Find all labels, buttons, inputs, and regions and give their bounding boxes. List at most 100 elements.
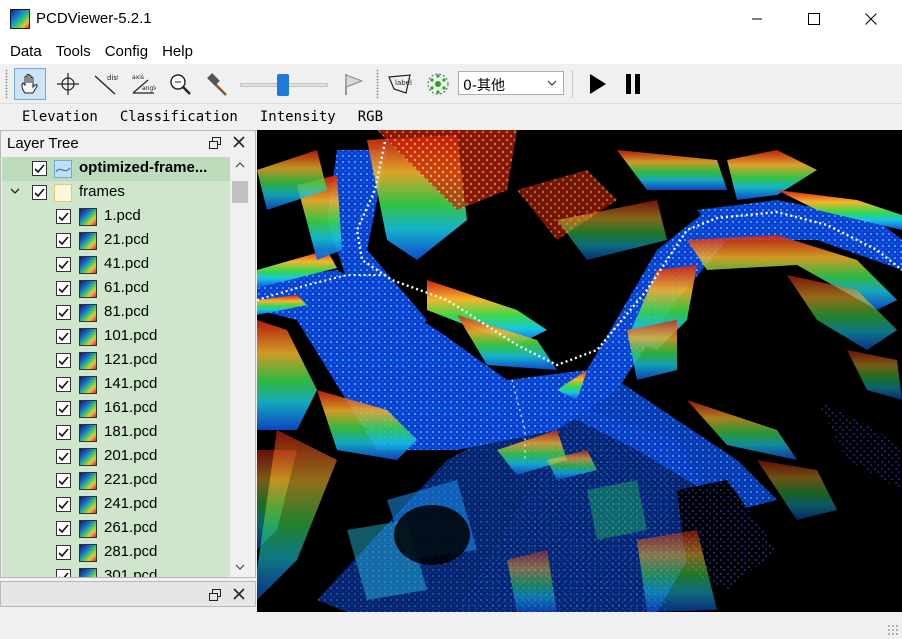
pan-hand-icon xyxy=(21,73,38,94)
float-icon[interactable] xyxy=(209,589,221,601)
file-checkbox[interactable] xyxy=(56,449,71,464)
minimize-button[interactable] xyxy=(728,0,786,38)
layer-tree-scrollbar[interactable] xyxy=(230,157,250,577)
tree-file-row[interactable]: 161.pcd xyxy=(2,397,230,421)
mode-rgb[interactable]: RGB xyxy=(358,109,383,125)
cluster-icon xyxy=(427,73,449,95)
tree-file-row[interactable]: 1.pcd xyxy=(2,205,230,229)
tree-file-row[interactable]: 141.pcd xyxy=(2,373,230,397)
svg-text:label: label xyxy=(395,79,412,87)
tree-file-row[interactable]: 101.pcd xyxy=(2,325,230,349)
tree-file-row[interactable]: 281.pcd xyxy=(2,541,230,565)
flag-button[interactable] xyxy=(337,68,369,100)
crosshair-icon xyxy=(57,73,79,95)
close-button[interactable] xyxy=(842,0,900,38)
file-checkbox[interactable] xyxy=(56,545,71,560)
toolbar-grip[interactable] xyxy=(5,69,8,99)
file-checkbox[interactable] xyxy=(56,329,71,344)
file-checkbox[interactable] xyxy=(56,353,71,368)
mode-elevation[interactable]: Elevation xyxy=(22,109,98,125)
chevron-down-icon[interactable] xyxy=(235,563,245,571)
menu-config[interactable]: Config xyxy=(98,41,155,62)
file-checkbox[interactable] xyxy=(56,209,71,224)
group-checkbox[interactable] xyxy=(32,185,47,200)
pcd-file-icon xyxy=(79,304,97,322)
float-icon[interactable] xyxy=(209,137,221,149)
menu-help[interactable]: Help xyxy=(155,41,200,62)
tree-file-row[interactable]: 301.pcd xyxy=(2,565,230,577)
play-button[interactable] xyxy=(581,68,613,100)
mode-classification[interactable]: Classification xyxy=(120,109,238,125)
tree-file-row[interactable]: 241.pcd xyxy=(2,493,230,517)
file-checkbox[interactable] xyxy=(56,281,71,296)
file-checkbox[interactable] xyxy=(56,521,71,536)
tree-file-row[interactable]: 61.pcd xyxy=(2,277,230,301)
tree-file-label: 281.pcd xyxy=(104,543,158,560)
file-checkbox[interactable] xyxy=(56,305,71,320)
tree-root-label: optimized-frame... xyxy=(79,159,208,176)
toolbar-grip-2[interactable] xyxy=(376,69,379,99)
pcd-file-icon xyxy=(79,376,97,394)
class-select[interactable]: 0-其他 xyxy=(458,71,564,95)
point-cloud-viewport[interactable] xyxy=(257,130,902,612)
pcd-file-icon xyxy=(79,448,97,466)
tree-file-label: 301.pcd xyxy=(104,567,158,577)
tree-file-row[interactable]: 261.pcd xyxy=(2,517,230,541)
chevron-down-icon xyxy=(547,80,557,86)
chevron-down-icon[interactable] xyxy=(10,186,20,196)
close-icon[interactable] xyxy=(233,136,245,148)
point-size-slider-handle[interactable] xyxy=(277,74,289,96)
file-checkbox[interactable] xyxy=(56,569,71,577)
tree-file-row[interactable]: 21.pcd xyxy=(2,229,230,253)
pcd-file-icon xyxy=(79,232,97,250)
tree-group-row[interactable]: frames xyxy=(2,181,230,205)
tree-file-row[interactable]: 181.pcd xyxy=(2,421,230,445)
main-toolbar: dist axis angle lab xyxy=(0,64,902,104)
tree-file-row[interactable]: 81.pcd xyxy=(2,301,230,325)
file-checkbox[interactable] xyxy=(56,401,71,416)
measure-angle-button[interactable]: axis angle xyxy=(127,68,159,100)
label-tool-button[interactable]: label xyxy=(385,68,417,100)
tree-file-label: 21.pcd xyxy=(104,231,150,248)
file-checkbox[interactable] xyxy=(56,425,71,440)
menu-tools[interactable]: Tools xyxy=(49,41,98,62)
menu-data[interactable]: Data xyxy=(3,41,49,62)
mode-intensity[interactable]: Intensity xyxy=(260,109,336,125)
file-checkbox[interactable] xyxy=(56,473,71,488)
point-cloud-layer-icon xyxy=(54,160,72,178)
layer-tree: optimized-frame... frames 1.pcd 21.pcd 41.… xyxy=(2,157,230,577)
tree-root-row[interactable]: optimized-frame... xyxy=(2,157,230,181)
pan-tool-button[interactable] xyxy=(14,68,46,100)
window-title: PCDViewer-5.2.1 xyxy=(36,10,152,27)
cluster-tool-button[interactable] xyxy=(422,68,454,100)
file-checkbox[interactable] xyxy=(56,233,71,248)
root-checkbox[interactable] xyxy=(32,161,47,176)
tree-file-row[interactable]: 41.pcd xyxy=(2,253,230,277)
tree-file-label: 181.pcd xyxy=(104,423,158,440)
tree-file-label: 101.pcd xyxy=(104,327,158,344)
secondary-panel xyxy=(0,581,256,607)
hammer-tool-button[interactable] xyxy=(201,68,233,100)
pause-button[interactable] xyxy=(617,68,649,100)
tree-file-row[interactable]: 221.pcd xyxy=(2,469,230,493)
class-select-value: 0-其他 xyxy=(463,78,505,94)
zoom-tool-button[interactable] xyxy=(164,68,196,100)
svg-text:dist: dist xyxy=(107,74,118,82)
chevron-up-icon[interactable] xyxy=(235,161,245,169)
file-checkbox[interactable] xyxy=(56,257,71,272)
tree-file-label: 61.pcd xyxy=(104,279,150,296)
tree-file-row[interactable]: 201.pcd xyxy=(2,445,230,469)
resize-grip[interactable] xyxy=(887,624,899,636)
pcd-file-icon xyxy=(79,544,97,562)
file-checkbox[interactable] xyxy=(56,377,71,392)
measure-distance-button[interactable]: dist xyxy=(89,68,121,100)
layer-tree-title: Layer Tree xyxy=(7,135,79,152)
close-icon[interactable] xyxy=(233,588,245,600)
pcd-file-icon xyxy=(79,280,97,298)
scrollbar-thumb[interactable] xyxy=(232,181,248,203)
file-checkbox[interactable] xyxy=(56,497,71,512)
crosshair-tool-button[interactable] xyxy=(52,68,84,100)
pause-icon xyxy=(626,74,640,94)
tree-file-row[interactable]: 121.pcd xyxy=(2,349,230,373)
maximize-button[interactable] xyxy=(785,0,843,38)
